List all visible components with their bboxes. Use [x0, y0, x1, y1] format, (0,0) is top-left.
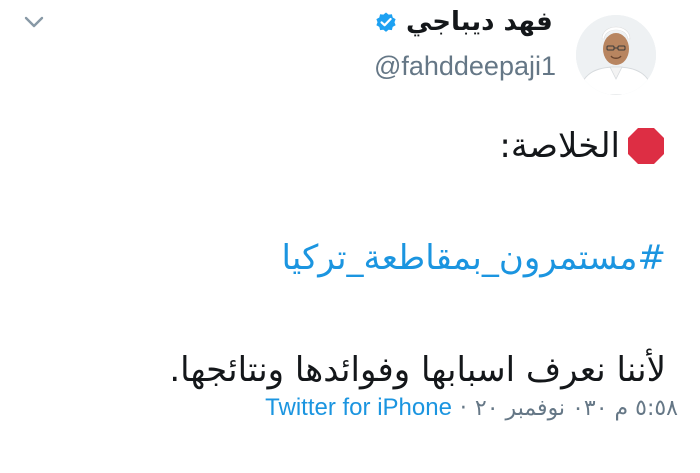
- avatar-image: [576, 15, 656, 95]
- user-meta: فهد ديباجي @fahddeepaji1: [374, 7, 556, 100]
- verified-badge-icon: [376, 12, 396, 32]
- separator: ·: [459, 395, 467, 421]
- author-handle[interactable]: @fahddeepaji1: [374, 51, 556, 82]
- tweet-text-line-3: لأننا نعرف اسبابها وفوائدها ونتائجها.: [169, 350, 666, 390]
- hashtag-link[interactable]: #مستمرون_بمقاطعة_تركيا: [282, 238, 667, 278]
- source-link[interactable]: Twitter for iPhone: [265, 394, 452, 422]
- footer-row: ٥:٥٨ م ٠٣٠ نوفمبر ٢٠ · Twitter for iPhon…: [265, 394, 678, 422]
- stop-sign-icon: [628, 128, 664, 164]
- tweet-text-line-1: الخلاصة:: [499, 126, 666, 166]
- chevron-down-icon[interactable]: [22, 10, 46, 34]
- name-row: فهد ديباجي: [374, 7, 553, 37]
- tweet-footer: ٥:٥٨ م ٠٣٠ نوفمبر ٢٠ · Twitter for iPhon…: [0, 394, 700, 434]
- timestamp[interactable]: ٥:٥٨ م ٠٣٠ نوفمبر ٢٠: [475, 396, 678, 421]
- avatar[interactable]: [576, 15, 656, 95]
- author-display-name[interactable]: فهد ديباجي: [406, 7, 553, 37]
- tweet-header: فهد ديباجي @fahddeepaji1: [374, 0, 656, 110]
- tweet-card: فهد ديباجي @fahddeepaji1 الخلاصة: #مستمر…: [0, 0, 700, 473]
- summary-text: الخلاصة:: [499, 126, 620, 166]
